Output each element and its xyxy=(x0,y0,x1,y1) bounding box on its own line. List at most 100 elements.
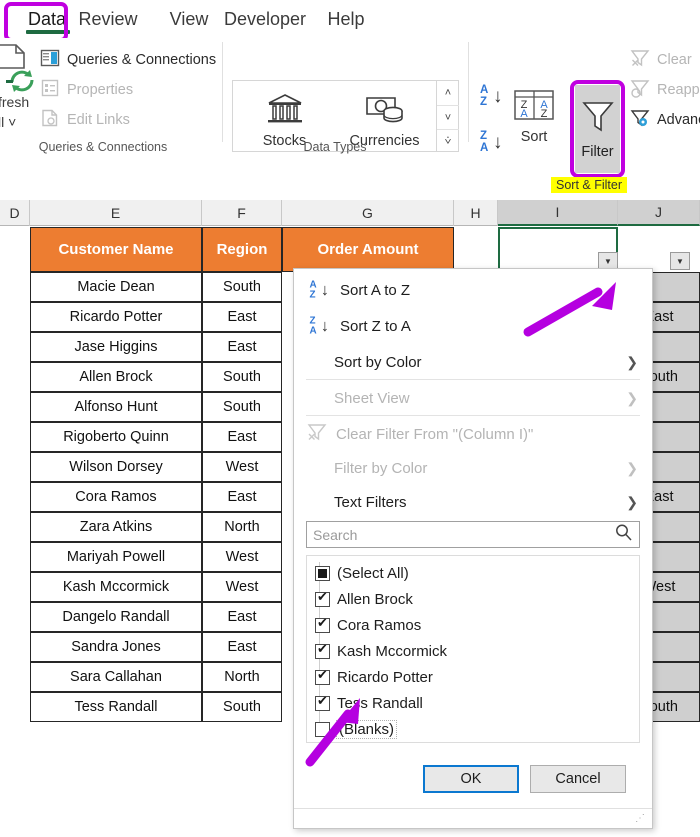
properties-button[interactable]: Properties xyxy=(40,78,133,102)
cancel-button[interactable]: Cancel xyxy=(530,765,626,793)
filter-list-item[interactable]: Cora Ramos xyxy=(315,612,421,638)
cell-customer-name[interactable]: Kash Mccormick xyxy=(30,572,202,602)
cell-region[interactable]: North xyxy=(202,512,282,542)
cell-customer-name[interactable]: Wilson Dorsey xyxy=(30,452,202,482)
sort-z-to-a-button[interactable]: Z A ↓ xyxy=(478,130,508,158)
cell-region[interactable]: South xyxy=(202,692,282,722)
cell-customer-name[interactable]: Alfonso Hunt xyxy=(30,392,202,422)
checkbox-checked-icon[interactable] xyxy=(315,641,330,659)
cell-customer-name[interactable]: Ricardo Potter xyxy=(30,302,202,332)
filter-value-list[interactable]: (Select All) Allen Brock Cora Ramos Kash Mc… xyxy=(306,555,640,743)
column-header-h[interactable]: H xyxy=(454,200,498,226)
cell-region[interactable]: South xyxy=(202,392,282,422)
filter-list-item[interactable]: (Select All) xyxy=(315,560,409,586)
cell-customer-name[interactable]: Sara Callahan xyxy=(30,662,202,692)
scroll-down-icon[interactable]: ˅ xyxy=(437,105,459,129)
cell-customer-name[interactable]: Mariyah Powell xyxy=(30,542,202,572)
cell-customer-name[interactable]: Dangelo Randall xyxy=(30,602,202,632)
tab-help[interactable]: Help xyxy=(318,4,374,34)
refresh-all-dropdown[interactable]: ll ˅ xyxy=(0,114,16,130)
menu-item-clear-filter-label: Clear Filter From "(Column I)" xyxy=(336,425,534,443)
column-header-i[interactable]: I xyxy=(498,200,618,226)
checkbox-unchecked-icon[interactable] xyxy=(315,721,330,737)
checkbox-mixed-icon[interactable] xyxy=(315,565,330,581)
svg-text:A: A xyxy=(520,108,528,120)
filter-search-input[interactable]: Search xyxy=(306,521,640,548)
checkbox-checked-icon[interactable] xyxy=(315,615,330,633)
chevron-right-icon: ❯ xyxy=(626,459,638,476)
cell-region[interactable]: West xyxy=(202,452,282,482)
reapply-icon xyxy=(630,78,650,102)
cell-customer-name[interactable]: Zara Atkins xyxy=(30,512,202,542)
checkbox-checked-icon[interactable] xyxy=(315,667,330,685)
filter-dropdown-button-j[interactable]: ▼ xyxy=(670,252,690,270)
cell-region[interactable]: South xyxy=(202,272,282,302)
column-header-g[interactable]: G xyxy=(282,200,454,226)
filter-search-placeholder: Search xyxy=(313,526,358,543)
cell-customer-name[interactable]: Allen Brock xyxy=(30,362,202,392)
cell-customer-name[interactable]: Jase Higgins xyxy=(30,332,202,362)
filter-list-item[interactable]: Allen Brock xyxy=(315,586,413,612)
cell-region[interactable]: East xyxy=(202,632,282,662)
column-header-f[interactable]: F xyxy=(202,200,282,226)
table-header-customer-name[interactable]: Customer Name xyxy=(30,227,202,272)
menu-item-text-filters[interactable]: Text Filters ❯ xyxy=(294,485,652,519)
sort-button[interactable]: Z A A Z Sort xyxy=(510,88,558,145)
cell-region[interactable]: East xyxy=(202,422,282,452)
filter-list-item[interactable]: Ricardo Potter xyxy=(315,664,433,690)
advanced-filter-button[interactable]: Advanced xyxy=(630,108,700,132)
filter-dropdown-panel: A Z ↓ Sort A to Z Z A ↓ Sort Z to A Sort by … xyxy=(293,268,653,829)
menu-item-filter-by-color[interactable]: Filter by Color ❯ xyxy=(294,451,652,485)
gallery-expand-icon[interactable]: ⩒ xyxy=(437,129,459,153)
filter-list-item[interactable]: Tess Randall xyxy=(315,690,423,716)
cell-customer-name[interactable]: Cora Ramos xyxy=(30,482,202,512)
menu-item-sort-a-to-z[interactable]: A Z ↓ Sort A to Z xyxy=(294,273,652,307)
filter-button-highlight xyxy=(570,80,625,178)
cell-region[interactable]: West xyxy=(202,572,282,602)
refresh-icon xyxy=(6,70,34,92)
tab-developer-label: Developer xyxy=(223,8,307,29)
queries-and-connections-button[interactable]: Queries & Connections xyxy=(40,48,216,72)
resize-grip-icon[interactable]: ⋰ xyxy=(635,813,646,824)
menu-item-clear-filter[interactable]: Clear Filter From "(Column I)" xyxy=(294,417,652,451)
column-header-j[interactable]: J xyxy=(618,200,700,226)
menu-item-sheet-view[interactable]: Sheet View ❯ xyxy=(294,381,652,415)
cell-customer-name[interactable]: Macie Dean xyxy=(30,272,202,302)
checkbox-checked-icon[interactable] xyxy=(315,693,330,711)
clear-filter-icon xyxy=(630,48,650,72)
menu-item-sort-z-to-a-label: Sort Z to A xyxy=(340,317,411,335)
refresh-all-label-line1[interactable]: fresh xyxy=(0,94,29,110)
cell-region[interactable]: West xyxy=(202,542,282,572)
cell-customer-name[interactable]: Rigoberto Quinn xyxy=(30,422,202,452)
column-header-e[interactable]: E xyxy=(30,200,202,226)
filter-list-item[interactable]: Kash Mccormick xyxy=(315,638,447,664)
column-header-d[interactable]: D xyxy=(0,200,30,226)
menu-item-sort-by-color[interactable]: Sort by Color ❯ xyxy=(294,345,652,379)
scroll-up-icon[interactable]: ˄ xyxy=(437,81,459,105)
ok-button[interactable]: OK xyxy=(423,765,519,793)
svg-text:Z: Z xyxy=(541,108,548,120)
data-types-scrollbar[interactable]: ˄ ˅ ⩒ xyxy=(437,80,459,152)
cell-region[interactable]: East xyxy=(202,602,282,632)
cell-region[interactable]: South xyxy=(202,362,282,392)
sort-a-to-z-button[interactable]: A Z ↓ xyxy=(478,84,508,112)
clear-filter-button[interactable]: Clear xyxy=(630,48,692,72)
reapply-button[interactable]: Reapply xyxy=(630,78,700,102)
tab-review[interactable]: Review xyxy=(68,4,148,34)
cell-customer-name[interactable]: Tess Randall xyxy=(30,692,202,722)
checkbox-checked-icon[interactable] xyxy=(315,589,330,607)
table-header-order-amount[interactable]: Order Amount xyxy=(282,227,454,272)
column-header-row: D E F G H I J xyxy=(0,200,700,226)
reapply-label: Reapply xyxy=(657,82,700,98)
cell-region[interactable]: East xyxy=(202,332,282,362)
cell-region[interactable]: North xyxy=(202,662,282,692)
menu-item-sort-z-to-a[interactable]: Z A ↓ Sort Z to A xyxy=(294,309,652,343)
cell-region[interactable]: East xyxy=(202,482,282,512)
tab-developer[interactable]: Developer xyxy=(210,4,320,34)
clear-filter-icon xyxy=(306,422,328,446)
table-header-region[interactable]: Region xyxy=(202,227,282,272)
cell-customer-name[interactable]: Sandra Jones xyxy=(30,632,202,662)
cell-region[interactable]: East xyxy=(202,302,282,332)
edit-links-button[interactable]: Edit Links xyxy=(40,108,130,132)
filter-list-item[interactable]: (Blanks) xyxy=(315,716,398,742)
